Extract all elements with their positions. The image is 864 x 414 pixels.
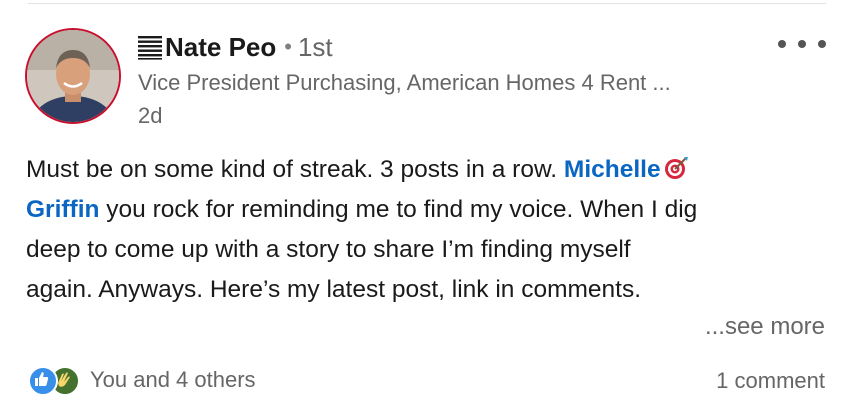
separator-dot: • <box>284 34 292 59</box>
divider <box>28 3 826 4</box>
reactions-text: You and 4 others <box>90 367 256 392</box>
reactions-summary[interactable]: You and 4 others <box>28 365 256 396</box>
reaction-icons <box>28 365 82 396</box>
dot-icon <box>818 40 826 48</box>
post-line: Must be on some kind of streak. 3 posts … <box>26 150 826 190</box>
post-line: again. Anyways. Here’s my latest post, l… <box>26 276 642 303</box>
post-line: deep to come up with a story to share I’… <box>26 236 631 263</box>
bullseye-icon <box>664 157 688 179</box>
mention-link[interactable]: Griffin <box>26 196 100 223</box>
like-icon <box>28 366 58 396</box>
feed-post-card: Nate Peo • 1st Vice President Purchasing… <box>0 0 864 414</box>
avatar[interactable] <box>25 28 121 124</box>
see-more-button[interactable]: ...see more <box>705 313 825 341</box>
author-name[interactable]: Nate Peo <box>165 32 276 63</box>
post-body: Must be on some kind of streak. 3 posts … <box>26 150 826 310</box>
dot-icon <box>798 40 806 48</box>
author-headline: Vice President Purchasing, American Home… <box>138 70 671 95</box>
dot-icon <box>778 40 786 48</box>
comments-count-link[interactable]: 1 comment <box>716 368 825 394</box>
post-timestamp: 2d <box>138 103 163 128</box>
author-line: Nate Peo • 1st <box>137 30 333 64</box>
mention-link[interactable]: Michelle <box>564 156 661 183</box>
connection-degree: 1st <box>297 31 333 62</box>
more-options-button[interactable] <box>778 30 826 58</box>
document-lines-icon <box>138 36 162 60</box>
post-line: Griffin you rock for reminding me to fin… <box>26 196 698 223</box>
